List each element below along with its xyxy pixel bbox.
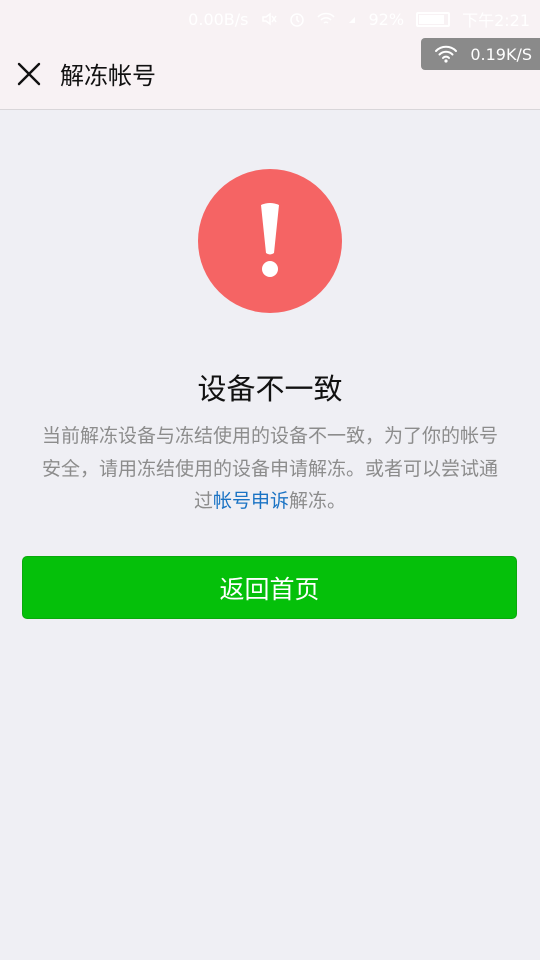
page-title: 解冻帐号 [60,62,156,90]
exclamation-icon [261,203,279,277]
wifi-status-icon [316,11,335,27]
alarm-icon [289,11,305,27]
wifi-icon [435,45,458,63]
network-speed-value: 0.19K/S [470,44,532,64]
battery-percent: 92% [368,9,405,29]
back-home-button[interactable]: 返回首页 [22,556,517,619]
appeal-link[interactable]: 帐号申诉 [213,490,289,512]
description-tail: 解冻。 [289,490,347,512]
mute-icon [261,11,277,27]
alert-badge [198,169,342,313]
headline: 设备不一致 [197,372,343,406]
close-button[interactable] [0,38,58,110]
close-icon [17,62,41,85]
net-speed: 0.00B/s [188,9,249,29]
network-speed-toast: 0.19K/S [421,38,540,70]
signal-icon [347,11,357,27]
clock: 下午2:21 [462,11,530,30]
description: 当前解冻设备与冻结使用的设备不一致，为了你的帐号安全，请用冻结使用的设备申请解冻… [36,420,504,518]
status-bar: 0.00B/s 92% 下午2:21 [0,0,540,38]
battery-icon [416,11,451,27]
